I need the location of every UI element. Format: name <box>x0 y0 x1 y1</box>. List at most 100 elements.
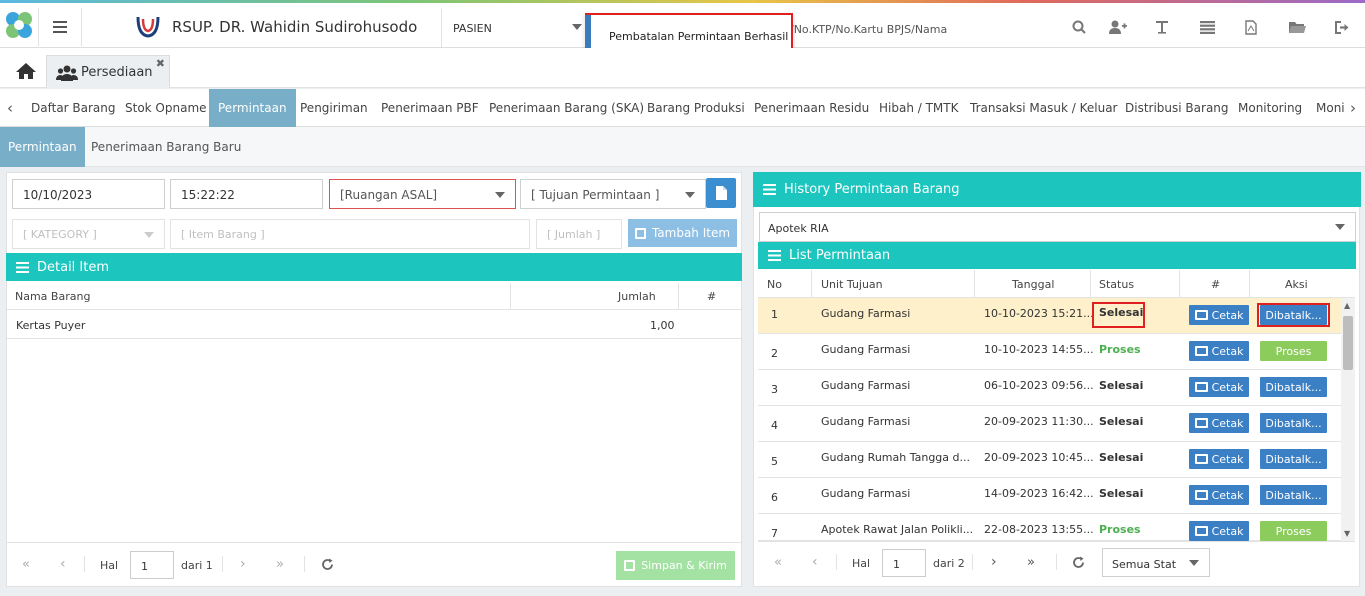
next-page-icon[interactable]: › <box>240 556 246 572</box>
text-icon[interactable] <box>1153 18 1171 36</box>
scroll-down-icon[interactable]: ▼ <box>1344 529 1350 538</box>
hospital-name: RSUP. DR. Wahidin Sudirohusodo <box>172 18 418 36</box>
subnav-item-permintaan[interactable]: Permintaan <box>0 127 85 167</box>
toast-message: Pembatalan Permintaan Berhasil <box>609 30 789 43</box>
col-divider <box>1249 270 1250 298</box>
nav-scroll-left-icon[interactable]: ‹ <box>7 99 13 117</box>
last-page-icon[interactable]: » <box>1027 555 1035 570</box>
next-page-icon[interactable]: › <box>991 554 997 570</box>
simpan-kirim-button[interactable]: Simpan & Kirim <box>616 551 735 580</box>
nav-item-barang-produksi[interactable]: Barang Produksi <box>647 89 745 127</box>
top-color-line <box>0 0 1365 3</box>
add-user-icon[interactable] <box>1109 18 1127 36</box>
nav-item-penerimaan-barang-ska[interactable]: Penerimaan Barang (SKA) <box>489 89 644 127</box>
pdf-file-icon[interactable] <box>1242 18 1260 36</box>
status-filter-select[interactable]: Semua Stat <box>1102 548 1210 577</box>
tujuan-permintaan-select[interactable]: [ Tujuan Permintaan ] <box>520 179 706 209</box>
detail-item-title: Detail Item <box>37 259 110 275</box>
cetak-button[interactable]: Cetak <box>1189 377 1249 397</box>
module-tab-label: Persediaan <box>81 65 153 80</box>
dibatalkan-button[interactable]: Dibatalk... <box>1260 413 1327 433</box>
folder-open-icon[interactable] <box>1288 18 1306 36</box>
home-icon[interactable] <box>15 62 37 80</box>
proses-button[interactable]: Proses <box>1260 341 1327 361</box>
table-scrollbar-thumb[interactable] <box>1343 316 1353 370</box>
row-no: 3 <box>771 383 778 396</box>
app-logo-icon[interactable] <box>4 10 34 40</box>
nav-item-penerimaan-pbf[interactable]: Penerimaan PBF <box>381 89 479 127</box>
proses-button[interactable]: Proses <box>1260 521 1327 541</box>
close-tab-icon[interactable]: ✖ <box>156 57 165 70</box>
print-icon <box>1194 526 1208 536</box>
last-page-icon[interactable]: » <box>276 557 284 572</box>
cetak-button[interactable]: Cetak <box>1189 521 1249 541</box>
nav-scroll-right-icon[interactable]: › <box>1350 99 1356 117</box>
logout-icon[interactable] <box>1333 18 1351 36</box>
jumlah-input[interactable]: [ Jumlah ] <box>536 219 622 249</box>
dibatalkan-button[interactable]: Dibatalk... <box>1260 377 1327 397</box>
patient-type-select[interactable]: PASIEN <box>441 9 588 47</box>
nav-item-distribusi-barang[interactable]: Distribusi Barang <box>1125 89 1229 127</box>
date-input[interactable]: 10/10/2023 <box>12 179 165 209</box>
row-no: 6 <box>771 491 778 504</box>
nav-item-monitoring[interactable]: Monitoring <box>1238 89 1302 127</box>
prev-page-icon[interactable]: ‹ <box>60 556 66 572</box>
cetak-button[interactable]: Cetak <box>1189 341 1249 361</box>
row-no: 2 <box>771 347 778 360</box>
row-tanggal: 10-10-2023 14:55... <box>984 343 1094 356</box>
nav-item-monitoring-2[interactable]: Moni <box>1316 89 1344 127</box>
hamburger-menu-button[interactable] <box>38 8 82 46</box>
print-icon <box>1194 310 1208 320</box>
module-tab-persediaan[interactable]: Persediaan ✖ <box>46 55 170 88</box>
first-page-icon[interactable]: « <box>22 557 30 572</box>
cetak-button[interactable]: Cetak <box>1189 413 1249 433</box>
search-icon[interactable] <box>1070 18 1088 36</box>
item-barang-input[interactable]: [ Item Barang ] <box>170 219 530 249</box>
cetak-label: Cetak <box>1211 308 1244 322</box>
chevron-down-icon <box>144 232 154 238</box>
col-divider <box>974 270 975 298</box>
tujuan-permintaan-value: [ Tujuan Permintaan ] <box>531 188 660 202</box>
tambah-item-button[interactable]: Tambah Item <box>628 219 737 247</box>
nav-item-transaksi[interactable]: Transaksi Masuk / Keluar <box>970 89 1117 127</box>
list-icon[interactable] <box>1198 18 1216 36</box>
patient-search-input[interactable]: /No.KTP/No.Kartu BPJS/Nama <box>790 23 947 36</box>
cetak-label: Cetak <box>1211 416 1244 430</box>
col-divider <box>811 270 812 298</box>
nav-item-permintaan[interactable]: Permintaan <box>209 89 296 127</box>
ruangan-asal-select[interactable]: [Ruangan ASAL] <box>329 179 516 209</box>
cetak-button[interactable]: Cetak <box>1189 449 1249 469</box>
save-icon <box>624 560 636 571</box>
nav-item-daftar-barang[interactable]: Daftar Barang <box>31 89 116 127</box>
nav-item-pengiriman[interactable]: Pengiriman <box>300 89 368 127</box>
nav-item-stok-opname[interactable]: Stok Opname <box>125 89 207 127</box>
time-input[interactable]: 15:22:22 <box>170 179 323 209</box>
pager-divider <box>836 554 837 570</box>
page-number-input[interactable]: 1 <box>130 551 174 579</box>
apotek-select[interactable]: Apotek RIA <box>759 212 1356 242</box>
scroll-up-icon[interactable]: ▲ <box>1344 301 1350 310</box>
subnav-item-penerimaan-barang-baru[interactable]: Penerimaan Barang Baru <box>91 127 241 167</box>
refresh-icon[interactable] <box>1072 556 1085 569</box>
cetak-button[interactable]: Cetak <box>1189 485 1249 505</box>
status-highlight-box <box>1092 302 1145 328</box>
nav-item-penerimaan-residu[interactable]: Penerimaan Residu <box>754 89 869 127</box>
dibatalkan-button[interactable]: Dibatalk... <box>1260 485 1327 505</box>
cetak-button[interactable]: Cetak <box>1189 305 1249 325</box>
row-no: 4 <box>771 419 778 432</box>
row-status: Selesai <box>1099 379 1144 392</box>
dibatalkan-button[interactable]: Dibatalk... <box>1260 449 1327 469</box>
nav-item-hibah-tmtk[interactable]: Hibah / TMTK <box>879 89 959 127</box>
first-page-icon[interactable]: « <box>774 555 782 570</box>
refresh-icon[interactable] <box>321 558 334 571</box>
page-number-input[interactable]: 1 <box>882 549 926 577</box>
list-icon <box>16 261 29 273</box>
pager-divider <box>84 556 85 572</box>
new-document-button[interactable] <box>706 178 736 208</box>
prev-page-icon[interactable]: ‹ <box>812 554 818 570</box>
category-select[interactable]: [ KATEGORY ] <box>12 219 165 249</box>
row-unit-tujuan: Gudang Farmasi <box>821 487 911 500</box>
chevron-down-icon <box>685 192 695 198</box>
patient-type-value: PASIEN <box>453 22 492 35</box>
category-value: [ KATEGORY ] <box>23 228 97 241</box>
